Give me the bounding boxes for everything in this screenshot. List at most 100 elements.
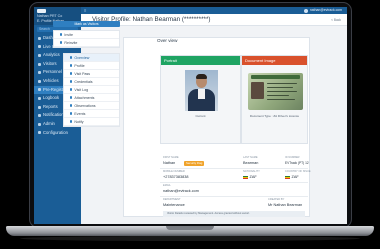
card-line [267, 99, 295, 101]
photo-hair [196, 74, 207, 79]
tab-notify[interactable]: Notify [64, 118, 119, 126]
laptop-notch [166, 226, 214, 230]
tab-observations[interactable]: Observations [64, 102, 119, 110]
nationality-value: ZAF [243, 175, 257, 179]
laptop-shadow [20, 236, 360, 241]
report-icon [38, 105, 41, 109]
first-name-label: FIRST NAME [163, 156, 179, 159]
last-name-value: Bearman [243, 161, 259, 165]
overview-icon [70, 56, 73, 59]
book-icon [38, 96, 41, 100]
portrait-header: Portrait [161, 56, 240, 65]
status-badge: Security Flag [184, 161, 205, 166]
profile-icon [70, 64, 73, 67]
country-label: COUNTRY OF ISSUE [285, 170, 311, 173]
overview-title: Over view [157, 38, 178, 43]
review-note: Visitor Details reviewed by Management. … [163, 211, 305, 217]
nationality-label: NATIONALITY [243, 170, 260, 173]
portrait-caption: Current [195, 114, 206, 118]
card-line [267, 83, 297, 85]
profile-tabs: Overview Profile Visit Pass Credentials … [63, 53, 120, 127]
tab-label: Attachments [74, 95, 95, 100]
tab-events[interactable]: Events [64, 110, 119, 118]
mobile-label: MOBILE NUMBER [163, 170, 185, 173]
reinvite-icon [60, 41, 63, 44]
photo-shirt [198, 89, 205, 99]
card-line [267, 91, 297, 93]
mark-visitor-button[interactable]: Mark as Visitors [53, 21, 120, 27]
country-value: ZAF [285, 175, 299, 179]
tab-profile[interactable]: Profile [64, 62, 119, 70]
id-number-label: ID NUMBER [285, 156, 300, 159]
pass-icon [70, 72, 73, 75]
email-label: EMAIL [163, 184, 171, 187]
flag-icon [243, 175, 248, 179]
created-by-label: CREATED BY [268, 198, 285, 201]
portrait-card: Portrait Current [160, 55, 241, 144]
tab-label: Events [74, 111, 86, 116]
menu-icon[interactable]: ≡ [84, 8, 86, 13]
action-list: Invite Reinvite [53, 30, 120, 48]
card-line [267, 95, 289, 97]
divider [160, 196, 308, 197]
document-header: Document Image [242, 56, 307, 65]
document-card: Document Image Document Type : ZA Driver… [241, 55, 308, 144]
calendar-icon [38, 88, 41, 92]
bell-icon [38, 114, 41, 118]
paperclip-icon [70, 96, 73, 99]
back-link[interactable]: < Back [331, 18, 341, 22]
left-column: Mark as Visitors Invite Reinvite Overvie… [53, 21, 120, 217]
log-icon [70, 88, 73, 91]
tab-label: Profile [74, 63, 85, 68]
id-number-value: EVTrack (PT) 12 [285, 161, 309, 165]
tab-label: Credentials [74, 79, 93, 84]
car-icon [38, 79, 41, 83]
invite-icon [60, 33, 63, 36]
flag-icon [285, 175, 290, 179]
home-icon [38, 36, 41, 40]
tab-label: Notify [74, 119, 84, 124]
action-label: Reinvite [64, 40, 78, 45]
department-label: DEPARTMENT [163, 198, 181, 201]
nationality-text: ZAF [249, 175, 257, 179]
chart-icon [38, 53, 41, 57]
action-label: Invite [64, 32, 73, 37]
email-value: nathan@evtrack.com [163, 189, 199, 193]
card-line [267, 87, 293, 89]
document-caption: Document Type : ZA Driver's Licence [249, 114, 300, 118]
tab-overview[interactable]: Overview [64, 54, 119, 62]
event-icon [70, 112, 73, 115]
created-by-value: Mr Nathan Bearman [268, 203, 303, 207]
card-photo [251, 82, 264, 99]
portrait-photo[interactable] [185, 70, 218, 111]
last-name-label: LAST NAME [243, 156, 258, 159]
tab-label: Visit Pass [74, 71, 91, 76]
id-card-image[interactable] [248, 73, 303, 110]
divider [160, 168, 308, 169]
department-value: Maintenance [163, 203, 185, 207]
tab-credentials[interactable]: Credentials [64, 78, 119, 86]
top-bar: ≡ nathan@evtrack.com [81, 7, 347, 14]
action-reinvite[interactable]: Reinvite [54, 39, 119, 47]
page-header: Visitor Profile: Nathan Bearman (*******… [81, 14, 347, 26]
user-menu[interactable]: nathan@evtrack.com [303, 8, 342, 13]
card-title-bar [251, 75, 300, 79]
avatar [303, 8, 308, 13]
divider [160, 182, 308, 183]
chat-icon [38, 45, 41, 49]
user-email: nathan@evtrack.com [309, 8, 342, 12]
eye-icon [70, 104, 73, 107]
tab-label: Observations [74, 103, 96, 108]
gear-icon [38, 131, 41, 135]
mobile-value: +27837383838 [163, 175, 189, 179]
shield-icon [38, 122, 41, 126]
users-icon [38, 62, 41, 66]
brand-logo [37, 9, 46, 13]
first-name-value: Nathan [163, 161, 176, 165]
person-icon [38, 71, 41, 75]
bell-icon [70, 120, 73, 123]
tab-label: Overview [74, 55, 90, 60]
country-text: ZAF [291, 175, 299, 179]
tab-label: Visit Log [74, 87, 89, 92]
key-icon [70, 80, 73, 83]
